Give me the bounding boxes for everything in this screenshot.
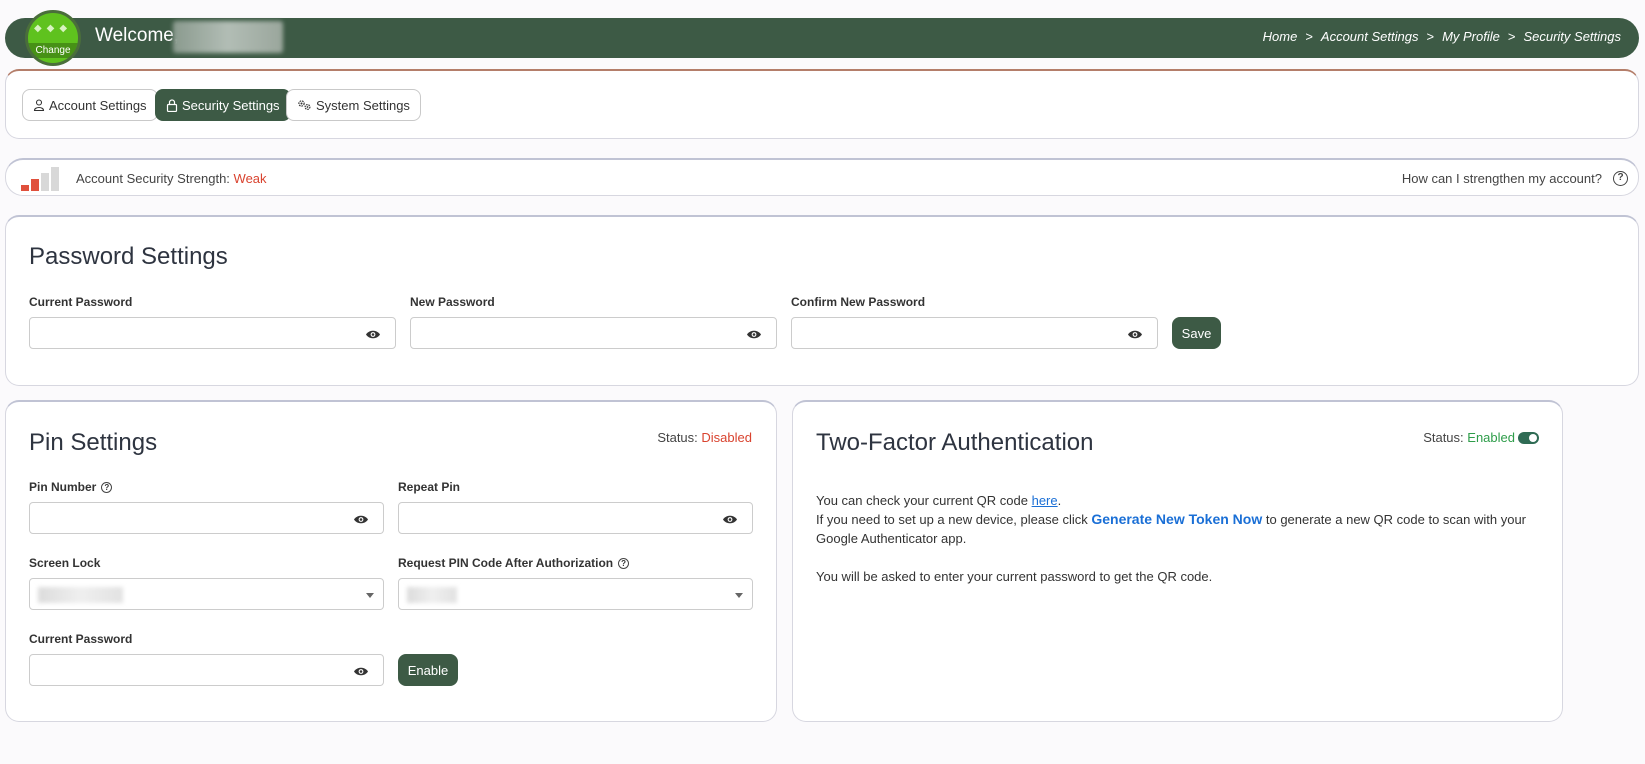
- tab-system-settings[interactable]: System Settings: [286, 89, 421, 121]
- eye-icon[interactable]: [746, 327, 762, 345]
- two-factor-status: Status: Enabled: [1423, 430, 1539, 445]
- tab-label: Security Settings: [182, 97, 280, 113]
- new-device-line: If you need to set up a new device, plea…: [816, 510, 1536, 548]
- request-pin-label-text: Request PIN Code After Authorization: [398, 556, 614, 570]
- eye-icon[interactable]: [365, 327, 381, 345]
- username-redacted: [173, 21, 283, 53]
- screen-lock-select[interactable]: [29, 578, 384, 610]
- breadcrumb-account-settings[interactable]: Account Settings: [1321, 29, 1419, 44]
- pin-current-password-label: Current Password: [29, 632, 133, 646]
- help-icon[interactable]: ?: [101, 482, 113, 493]
- security-strength-panel: Account Security Strength: Weak How can …: [5, 158, 1639, 196]
- lock-icon: [166, 98, 178, 112]
- request-pin-select[interactable]: [398, 578, 753, 610]
- breadcrumb-my-profile[interactable]: My Profile: [1442, 29, 1500, 44]
- eye-icon[interactable]: [353, 512, 369, 530]
- welcome-text: Welcome,: [95, 25, 180, 46]
- qr-line-suffix: .: [1057, 493, 1062, 508]
- breadcrumb: Home > Account Settings > My Profile > Securit…: [1262, 29, 1621, 44]
- security-strength-label: Account Security Strength: Weak: [76, 171, 267, 186]
- help-icon[interactable]: ?: [618, 558, 630, 569]
- help-icon[interactable]: ?: [1613, 171, 1628, 186]
- pin-number-label-text: Pin Number: [29, 480, 97, 494]
- chevron-down-icon: [366, 593, 374, 598]
- breadcrumb-security-settings: Security Settings: [1523, 29, 1621, 44]
- eye-icon[interactable]: [353, 664, 369, 682]
- generate-token-link[interactable]: Generate New Token Now: [1091, 511, 1262, 527]
- top-header-bar: ◆◆◆ Change Welcome, Home > Account Setting…: [5, 10, 1639, 66]
- settings-tabs-panel: Account Settings Security Settings Syste…: [5, 69, 1639, 139]
- pin-settings-title: Pin Settings: [29, 429, 158, 456]
- two-factor-panel: Two-Factor Authentication Status: Enable…: [792, 400, 1563, 722]
- current-password-label: Current Password: [29, 295, 133, 309]
- two-factor-status-label: Status:: [1423, 430, 1464, 445]
- pin-current-password-field[interactable]: [29, 654, 384, 686]
- avatar-change-label[interactable]: Change: [28, 43, 78, 58]
- tab-security-settings[interactable]: Security Settings: [155, 89, 291, 121]
- new-password-label: New Password: [410, 295, 495, 309]
- avatar-pattern: ◆◆◆: [33, 23, 73, 34]
- two-factor-toggle[interactable]: [1518, 432, 1539, 444]
- save-button[interactable]: Save: [1172, 317, 1221, 349]
- password-settings-title: Password Settings: [29, 243, 228, 270]
- gears-icon: [297, 99, 312, 111]
- pin-status-label: Status:: [657, 430, 698, 445]
- user-icon: [33, 99, 45, 111]
- pin-number-label: Pin Number?: [29, 480, 113, 494]
- strengthen-account-link[interactable]: How can I strengthen my account?: [1402, 171, 1602, 186]
- tab-account-settings[interactable]: Account Settings: [22, 89, 158, 121]
- screen-lock-label: Screen Lock: [29, 556, 101, 570]
- chevron-down-icon: [735, 593, 743, 598]
- tab-label: Account Settings: [49, 97, 147, 113]
- selected-value-redacted: [38, 587, 123, 603]
- current-password-field[interactable]: [29, 317, 396, 349]
- new-password-field[interactable]: [410, 317, 777, 349]
- new-device-text: If you need to set up a new device, plea…: [816, 512, 1092, 527]
- repeat-pin-label: Repeat Pin: [398, 480, 461, 494]
- two-factor-status-value: Enabled: [1467, 430, 1515, 445]
- pin-number-field[interactable]: [29, 502, 384, 534]
- eye-icon[interactable]: [1127, 327, 1143, 345]
- pin-status-value: Disabled: [701, 430, 752, 445]
- strength-value: Weak: [233, 171, 267, 186]
- confirm-password-field[interactable]: [791, 317, 1158, 349]
- selected-value-redacted: [407, 587, 457, 603]
- qr-line-text: You can check your current QR code: [816, 493, 1032, 508]
- qr-here-link[interactable]: here: [1032, 493, 1058, 508]
- pin-status: Status: Disabled: [657, 430, 752, 445]
- repeat-pin-field[interactable]: [398, 502, 753, 534]
- strength-bars-icon: [21, 167, 63, 191]
- two-factor-description: You can check your current QR code here.…: [816, 491, 1536, 586]
- pin-settings-panel: Pin Settings Status: Disabled Pin Number…: [5, 400, 777, 722]
- request-pin-label: Request PIN Code After Authorization?: [398, 556, 630, 570]
- eye-icon[interactable]: [722, 512, 738, 530]
- avatar[interactable]: ◆◆◆ Change: [25, 10, 81, 66]
- password-notice: You will be asked to enter your current …: [816, 569, 1213, 584]
- password-settings-panel: Password Settings Current Password New P…: [5, 215, 1639, 386]
- tab-label: System Settings: [316, 97, 410, 113]
- qr-check-line: You can check your current QR code here.: [816, 491, 1536, 510]
- enable-button[interactable]: Enable: [398, 654, 458, 686]
- confirm-password-label: Confirm New Password: [791, 295, 926, 309]
- breadcrumb-home[interactable]: Home: [1263, 29, 1298, 44]
- two-factor-title: Two-Factor Authentication: [816, 429, 1094, 456]
- strength-label-text: Account Security Strength:: [76, 171, 230, 186]
